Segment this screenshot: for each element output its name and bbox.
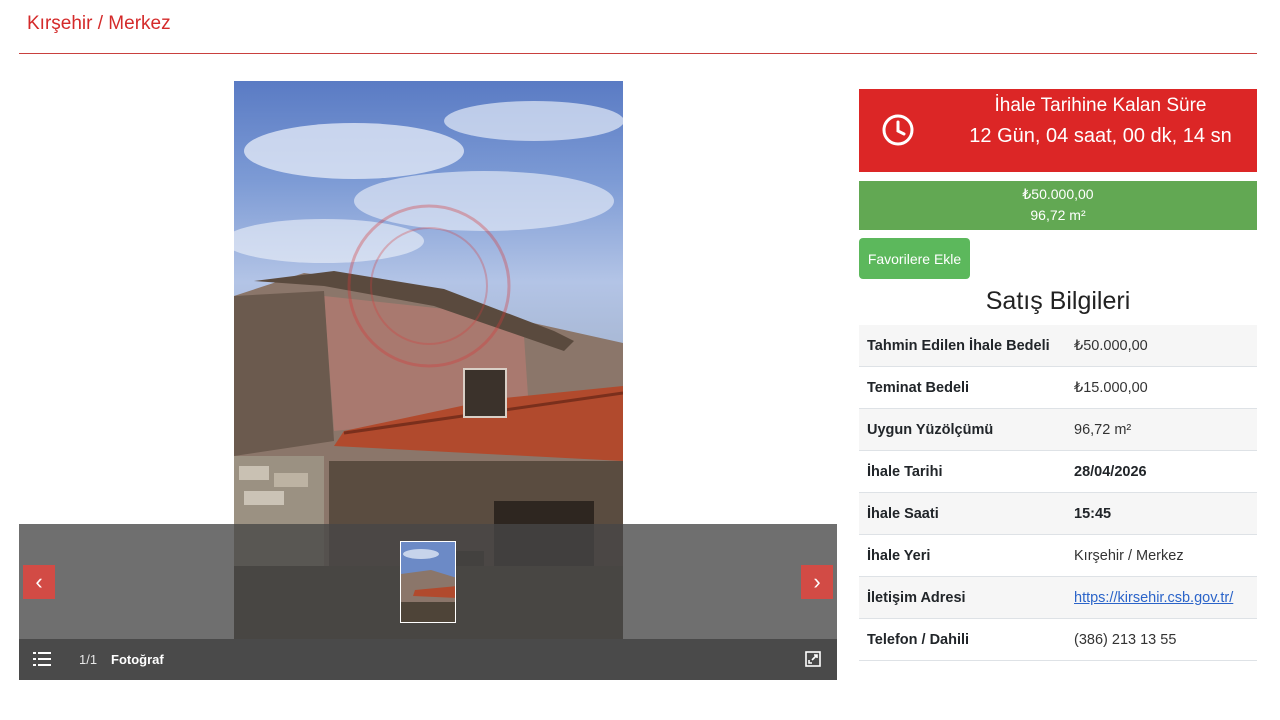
row-value: (386) 213 13 55 [1066, 618, 1257, 661]
price-summary: ₺50.000,00 96,72 m² [859, 181, 1257, 230]
table-row: Telefon / Dahili (386) 213 13 55 [859, 618, 1257, 661]
table-row: Tahmin Edilen İhale Bedeli ₺50.000,00 [859, 325, 1257, 367]
countdown-panel: İhale Tarihine Kalan Süre 12 Gün, 04 saa… [859, 89, 1257, 172]
contact-address-link[interactable]: https://kirsehir.csb.gov.tr/ [1074, 590, 1233, 606]
table-row: İletişim Adresi https://kirsehir.csb.gov… [859, 576, 1257, 619]
add-to-favorites-button[interactable]: Favorilere Ekle [859, 238, 970, 279]
table-row: Teminat Bedeli ₺15.000,00 [859, 366, 1257, 409]
list-icon[interactable] [33, 652, 51, 666]
thumbnail-photo[interactable] [400, 541, 456, 623]
row-label: Teminat Bedeli [859, 366, 1066, 409]
sale-info-table: Tahmin Edilen İhale Bedeli ₺50.000,00 Te… [859, 325, 1257, 661]
page-title: Kırşehir / Merkez [27, 13, 171, 34]
row-value: 28/04/2026 [1066, 450, 1257, 493]
row-value: https://kirsehir.csb.gov.tr/ [1066, 576, 1257, 619]
row-value: ₺50.000,00 [1066, 325, 1257, 367]
price-value: ₺50.000,00 [1022, 186, 1094, 202]
table-row: İhale Saati 15:45 [859, 492, 1257, 535]
countdown-time: 12 Gün, 04 saat, 00 dk, 14 sn [969, 125, 1232, 147]
table-row: İhale Yeri Kırşehir / Merkez [859, 534, 1257, 577]
fullscreen-icon[interactable] [805, 651, 821, 667]
gallery-label: Fotoğraf [111, 652, 164, 667]
thumbnail-strip [19, 524, 837, 639]
row-value: 15:45 [1066, 492, 1257, 535]
gallery-prev-button[interactable]: ‹ [23, 565, 55, 599]
gallery-next-button[interactable]: › [801, 565, 833, 599]
sale-info-title: Satış Bilgileri [985, 287, 1131, 315]
row-label: Uygun Yüzölçümü [859, 408, 1066, 451]
row-value: ₺15.000,00 [1066, 366, 1257, 409]
area-value: 96,72 m² [1030, 207, 1086, 223]
row-label: İhale Saati [859, 492, 1066, 535]
row-label: İhale Yeri [859, 534, 1066, 577]
row-label: Tahmin Edilen İhale Bedeli [859, 325, 1066, 367]
photo-gallery: ‹ › 1/1 Fotoğraf [19, 80, 837, 680]
photo-counter: 1/1 [79, 652, 98, 667]
row-label: Telefon / Dahili [859, 618, 1066, 661]
row-value: Kırşehir / Merkez [1066, 534, 1257, 577]
row-label: İhale Tarihi [859, 450, 1066, 493]
table-row: İhale Tarihi 28/04/2026 [859, 450, 1257, 493]
title-divider [19, 53, 1257, 54]
row-label: İletişim Adresi [859, 576, 1066, 619]
table-row: Uygun Yüzölçümü 96,72 m² [859, 408, 1257, 451]
gallery-toolbar: 1/1 Fotoğraf [19, 639, 837, 680]
clock-icon [882, 114, 914, 146]
chevron-right-icon: › [813, 569, 821, 594]
row-value: 96,72 m² [1066, 408, 1257, 451]
countdown-title: İhale Tarihine Kalan Süre [994, 95, 1207, 116]
chevron-left-icon: ‹ [35, 569, 43, 594]
